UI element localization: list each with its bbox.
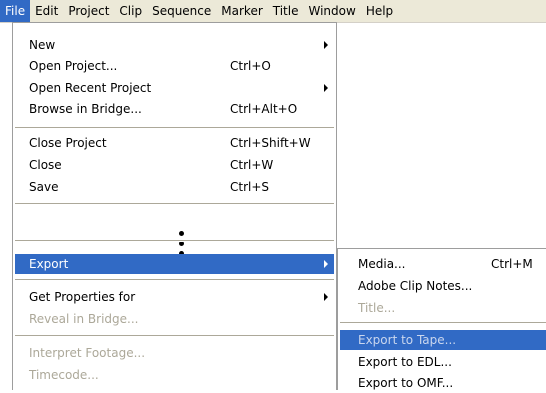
menu-item-close-project[interactable]: Close Project Ctrl+Shift+W	[15, 133, 334, 153]
menu-item-label: Media...	[358, 257, 406, 271]
menu-item-label: Interpret Footage...	[29, 346, 146, 360]
menu-edit[interactable]: Edit	[30, 0, 63, 22]
submenu-item-export-to-tape[interactable]: Export to Tape...	[340, 330, 546, 350]
menu-clip[interactable]: Clip	[114, 0, 147, 22]
menu-separator	[15, 127, 334, 129]
menu-item-shortcut: Ctrl+M	[491, 257, 533, 271]
menu-item-shortcut: Ctrl+S	[230, 180, 270, 194]
menu-item-label: Reveal in Bridge...	[29, 312, 139, 326]
menu-project[interactable]: Project	[63, 0, 114, 22]
file-menu-dropdown: New Open Project... Ctrl+O Open Recent P…	[12, 22, 337, 390]
menu-item-label: Save	[29, 180, 59, 194]
menu-item-get-properties-for[interactable]: Get Properties for	[15, 287, 334, 307]
menu-item-label: Title...	[358, 301, 396, 315]
menu-item-label: Close	[29, 158, 62, 172]
menu-item-label: Export	[29, 257, 69, 271]
menu-item-label: Export to EDL...	[358, 355, 452, 369]
menu-item-label: Get Properties for	[29, 290, 136, 304]
export-submenu: Media... Ctrl+M Adobe Clip Notes... Titl…	[337, 248, 546, 390]
menu-item-reveal-in-bridge: Reveal in Bridge...	[15, 309, 334, 329]
submenu-arrow-icon	[324, 84, 328, 92]
submenu-item-title: Title...	[340, 298, 546, 318]
menu-help[interactable]: Help	[361, 0, 398, 22]
menu-item-new[interactable]: New	[15, 35, 334, 55]
menu-item-shortcut: Ctrl+O	[230, 59, 271, 73]
submenu-arrow-icon	[324, 41, 328, 49]
menu-item-interpret-footage: Interpret Footage...	[15, 343, 334, 363]
menu-item-browse-in-bridge[interactable]: Browse in Bridge... Ctrl+Alt+O	[15, 99, 334, 119]
submenu-item-adobe-clip-notes[interactable]: Adobe Clip Notes...	[340, 276, 546, 296]
menu-item-shortcut: Ctrl+Shift+W	[230, 136, 311, 150]
menu-item-label: Timecode...	[29, 368, 99, 382]
menu-bar: File Edit Project Clip Sequence Marker T…	[0, 0, 546, 23]
menu-separator	[15, 335, 334, 337]
submenu-item-export-to-edl[interactable]: Export to EDL...	[340, 352, 546, 372]
menu-marker[interactable]: Marker	[216, 0, 267, 22]
menu-item-label: New	[29, 38, 56, 52]
menu-item-export[interactable]: Export	[15, 254, 334, 274]
submenu-arrow-icon	[324, 260, 328, 268]
menu-item-label: Close Project	[29, 136, 107, 150]
menu-item-save[interactable]: Save Ctrl+S	[15, 177, 334, 197]
menu-separator	[340, 322, 546, 324]
menu-item-label: Export to OMF...	[358, 376, 454, 390]
menu-item-label: Open Project...	[29, 59, 118, 73]
menu-item-open-recent-project[interactable]: Open Recent Project	[15, 78, 334, 98]
menu-sequence[interactable]: Sequence	[147, 0, 216, 22]
submenu-item-export-to-omf[interactable]: Export to OMF...	[340, 373, 546, 393]
menu-window[interactable]: Window	[303, 0, 360, 22]
menu-item-label: Browse in Bridge...	[29, 102, 142, 116]
menu-separator	[15, 240, 334, 242]
submenu-item-media[interactable]: Media... Ctrl+M	[340, 254, 546, 274]
menu-separator	[15, 279, 334, 281]
menu-item-open-project[interactable]: Open Project... Ctrl+O	[15, 56, 334, 76]
menu-file[interactable]: File	[0, 0, 31, 22]
menu-item-label: Open Recent Project	[29, 81, 152, 95]
menu-item-shortcut: Ctrl+W	[230, 158, 274, 172]
menu-item-close[interactable]: Close Ctrl+W	[15, 155, 334, 175]
menu-item-label: Adobe Clip Notes...	[358, 279, 473, 293]
menu-item-shortcut: Ctrl+Alt+O	[230, 102, 298, 116]
menu-title[interactable]: Title	[268, 0, 304, 22]
menu-item-timecode: Timecode...	[15, 365, 334, 385]
submenu-arrow-icon	[324, 293, 328, 301]
menu-item-label: Export to Tape...	[358, 333, 457, 347]
menu-separator	[15, 203, 334, 205]
